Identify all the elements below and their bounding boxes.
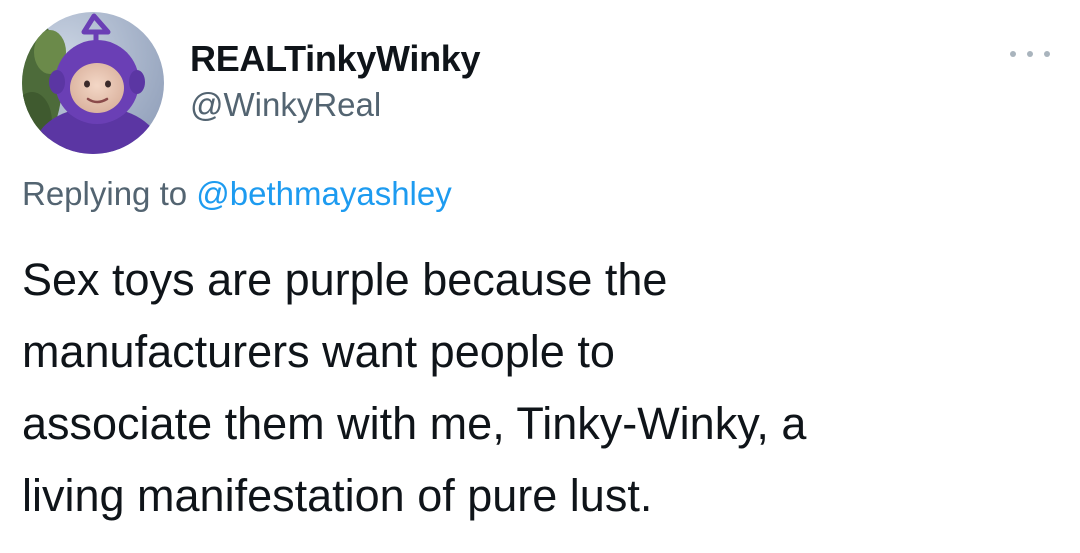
tweet-card: REALTinkyWinky @WinkyReal Replying to @b…	[0, 0, 1080, 553]
profile-avatar[interactable]	[22, 12, 164, 154]
replying-to: Replying to @bethmayashley	[22, 172, 452, 216]
display-name[interactable]: REALTinkyWinky	[190, 38, 481, 80]
user-identity: REALTinkyWinky @WinkyReal	[190, 38, 481, 125]
reply-mention-link[interactable]: @bethmayashley	[196, 175, 451, 212]
more-options-icon[interactable]	[1010, 42, 1050, 66]
user-handle[interactable]: @WinkyReal	[190, 85, 480, 125]
tweet-text-line: manufacturers want people to	[22, 326, 615, 377]
more-dot	[1027, 51, 1033, 57]
tweet-text: Sex toys are purple because the manufact…	[22, 244, 1062, 532]
more-dot	[1010, 51, 1016, 57]
teletubby-avatar-icon	[22, 12, 164, 154]
more-dot	[1044, 51, 1050, 57]
tweet-text-line: living manifestation of pure lust.	[22, 470, 653, 521]
tweet-text-line: associate them with me, Tinky-Winky, a	[22, 398, 807, 449]
tweet-text-line: Sex toys are purple because the	[22, 254, 668, 305]
replying-to-label: Replying to	[22, 175, 188, 212]
